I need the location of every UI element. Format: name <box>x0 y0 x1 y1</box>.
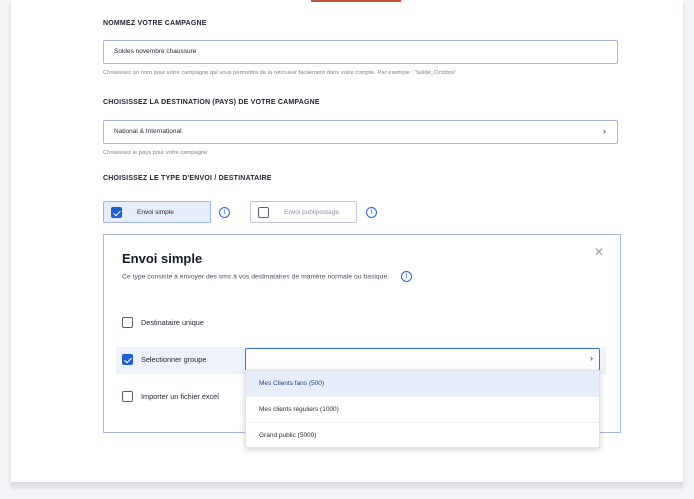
close-icon[interactable]: ✕ <box>594 245 604 259</box>
dropdown-option[interactable]: Mes clients réguliers (1000) <box>246 397 599 423</box>
chevron-right-icon: › <box>603 126 606 136</box>
info-icon[interactable]: i <box>219 207 230 218</box>
recipient-option-single[interactable]: Destinataire unique <box>122 317 204 328</box>
send-type-title: CHOISISSEZ LE TYPE D'ENVOI / DESTINATAIR… <box>103 175 272 182</box>
recipient-option-label: Importer un fichier excel <box>141 392 219 401</box>
destination-value: National & International <box>114 128 182 135</box>
panel-title: Envoi simple <box>122 251 203 266</box>
dropdown-option[interactable]: Mes Clients fans (500) <box>246 371 599 397</box>
campaign-name-hint: Choisissez un nom pour votre campagne qu… <box>103 70 456 76</box>
group-select-input[interactable]: › <box>245 348 600 371</box>
send-option-mailmerge-label: Envoi publipostage <box>284 209 339 216</box>
recipient-option-excel[interactable]: Importer un fichier excel <box>122 391 219 402</box>
info-icon[interactable]: i <box>366 207 377 218</box>
campaign-name-input[interactable]: Soldes novembre chaussure <box>103 40 618 64</box>
checkbox-unchecked-icon[interactable] <box>122 317 133 328</box>
panel-description: Ce type consiste à envoyer des sms à vos… <box>122 271 413 282</box>
group-dropdown-menu: Mes Clients fans (500) Mes clients régul… <box>245 370 600 448</box>
page-footer-shadow <box>11 482 683 490</box>
recipient-option-label: Destinataire unique <box>141 318 204 327</box>
send-option-simple[interactable]: Envoi simple <box>103 201 211 223</box>
chevron-right-icon: › <box>590 353 593 363</box>
checkbox-unchecked-icon[interactable] <box>122 391 133 402</box>
panel-description-text: Ce type consiste à envoyer des sms à vos… <box>122 273 390 281</box>
recipient-option-label: Selectionner groupe <box>141 355 207 364</box>
header-accent-bar <box>311 0 401 2</box>
info-icon[interactable]: i <box>401 271 413 282</box>
recipient-option-group[interactable]: Selectionner groupe <box>122 354 206 365</box>
dropdown-option[interactable]: Grand public (5000) <box>246 423 599 449</box>
campaign-name-title: NOMMEZ VOTRE CAMPAGNE <box>103 20 207 27</box>
campaign-name-value: Soldes novembre chaussure <box>114 48 197 55</box>
checkbox-checked-icon[interactable] <box>122 354 133 365</box>
send-option-simple-label: Envoi simple <box>137 209 174 216</box>
send-option-mailmerge[interactable]: Envoi publipostage <box>250 201 357 223</box>
checkbox-checked-icon <box>111 207 122 218</box>
destination-title: CHOISISSEZ LA DESTINATION (PAYS) DE VOTR… <box>103 99 320 106</box>
destination-select[interactable]: National & International › <box>103 120 618 144</box>
destination-hint: Choisissez le pays pour votre campagne <box>103 150 208 156</box>
checkbox-unchecked-icon <box>258 207 269 218</box>
